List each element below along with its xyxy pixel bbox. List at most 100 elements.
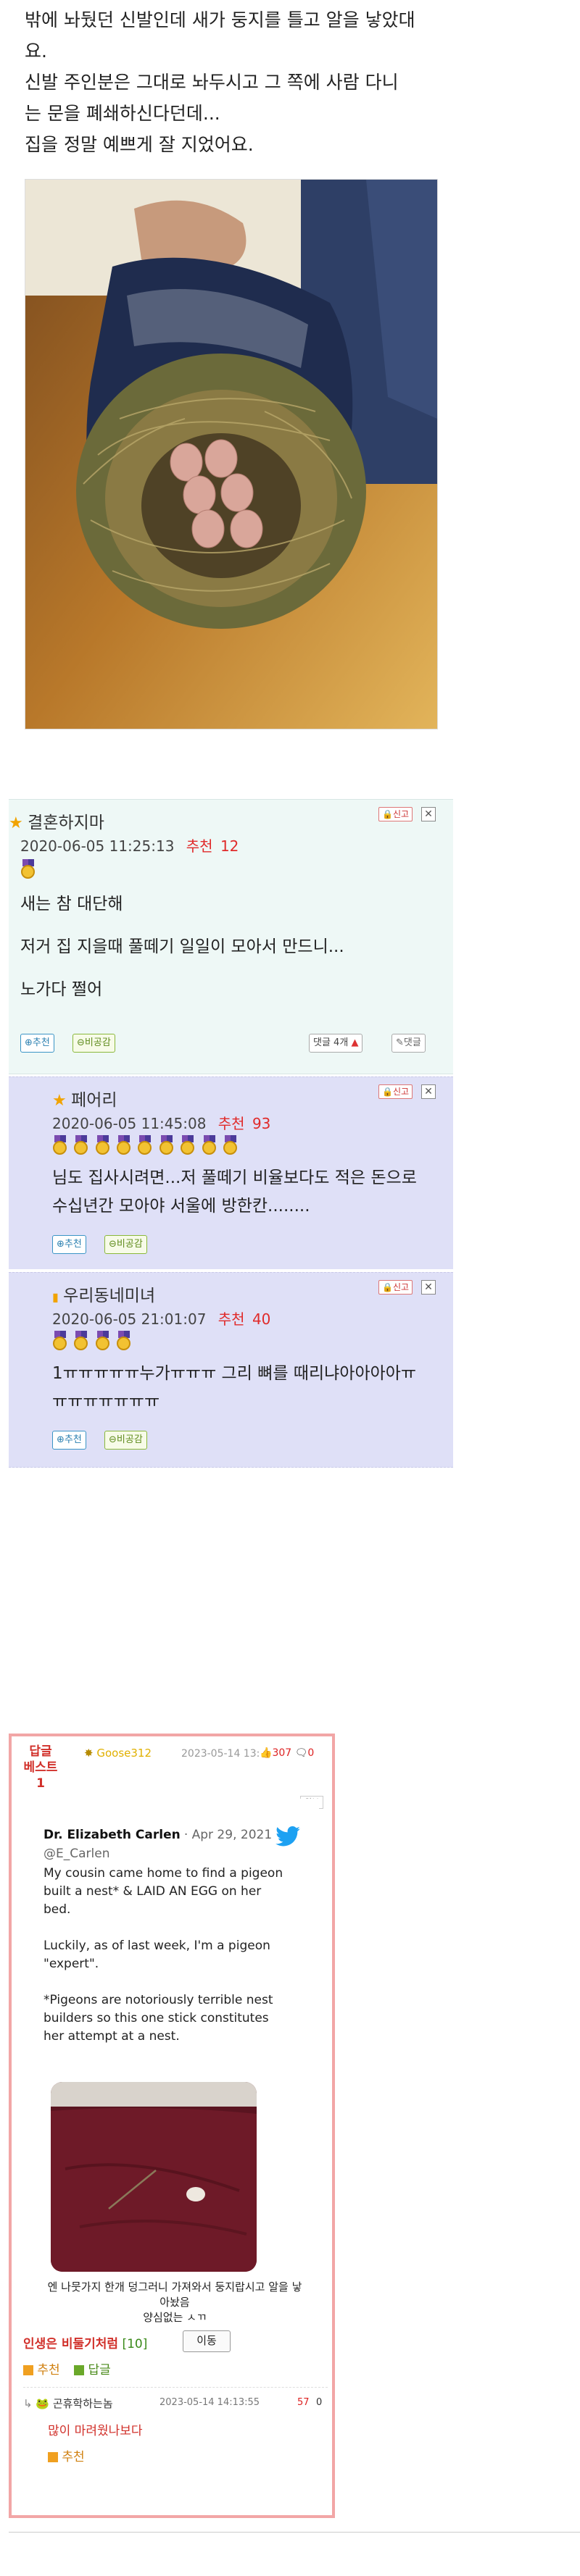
comment-rec-count: 93 xyxy=(252,1115,271,1132)
comment-item: ▮ 우리동네미녀 🔒신고 ✕ 2020-06-05 21:01:07 추천 40… xyxy=(9,1272,453,1468)
unrecommend-button[interactable]: ⊖비공감 xyxy=(72,1034,115,1053)
comment-body: 님도 집사시려면...저 풀떼기 비율보다도 적은 돈으로 수십년간 모아야 서… xyxy=(52,1164,451,1221)
user-level-icon: ✸ xyxy=(84,1747,94,1760)
comment-rec-count: 40 xyxy=(252,1310,271,1328)
comment-line: 1ㅠㅠㅠㅠㅠ누가ㅠㅠㅠ 그리 뼈를 때리냐아아아아ㅠ xyxy=(52,1364,417,1383)
close-icon[interactable]: ✕ xyxy=(421,1084,436,1099)
sub-zero: 0 xyxy=(316,2397,323,2408)
comment-nick[interactable]: 우리동네미녀 xyxy=(63,1287,155,1305)
sub-user[interactable]: 곤휴학하는놈 xyxy=(53,2397,113,2410)
comment-meta: 2020-06-05 11:25:13 추천 12 xyxy=(20,835,239,856)
tweet-line: Luckily, as of last week, I'm a pigeon xyxy=(44,1939,270,1953)
post-photo-nest xyxy=(25,179,438,729)
tweet-line: built a nest* & LAID AN EGG on her xyxy=(44,1884,262,1899)
comment-line: 노가다 쩔어 xyxy=(20,980,103,999)
twitter-bird-icon xyxy=(276,1826,300,1849)
best-rec[interactable]: 추천 xyxy=(37,2363,59,2378)
tweet-line: her attempt at a nest. xyxy=(44,2029,180,2044)
unrecommend-button[interactable]: ⊖비공감 xyxy=(104,1235,147,1254)
medal-icon xyxy=(95,1331,111,1351)
tweet-line: *Pigeons are notoriously terrible nest xyxy=(44,1993,273,2007)
caption-line: 양심없는 ㅅㄲ xyxy=(143,2311,207,2324)
reply-count-button[interactable]: 댓글 4개 ▲ xyxy=(309,1034,363,1053)
comment-rec-label: 추천 xyxy=(186,837,213,855)
medal-icon xyxy=(116,1331,132,1351)
sub-date: 2023-05-14 14:13:55 xyxy=(160,2397,260,2408)
thumb-icon: 👍 xyxy=(260,1747,273,1759)
post-title[interactable]: 인생은 비둘기처럼 xyxy=(23,2337,118,2351)
unrecommend-button[interactable]: ⊖비공감 xyxy=(104,1431,147,1450)
comment-line: 님도 집사시려면...저 풀떼기 비율보다도 적은 돈으로 xyxy=(52,1168,417,1187)
comment-header: ★ 결혼하지마 xyxy=(9,808,104,833)
medal-row xyxy=(20,859,37,883)
comment-meta: 2020-06-05 21:01:07 추천 40 xyxy=(52,1308,270,1329)
best-user[interactable]: ✸ Goose312 xyxy=(84,1747,152,1760)
comment-rec-label: 추천 xyxy=(218,1115,245,1132)
close-icon[interactable]: ✕ xyxy=(421,807,436,821)
post-line: 는 문을 폐쇄하신다던데... xyxy=(25,103,220,124)
best-reply-box: 답글 베스트1 ✸ Goose312 2023-05-14 13: 👍307 🗨… xyxy=(9,1734,335,2518)
medal-icon xyxy=(159,1135,175,1155)
post-body: 밖에 놔뒀던 신발인데 새가 둥지를 틀고 알을 낳았대 요. 신발 주인분은 … xyxy=(25,4,431,160)
post-line: 집을 정말 예쁘게 잘 지었어요. xyxy=(25,134,254,155)
comment-nick[interactable]: 결혼하지마 xyxy=(28,814,104,832)
medal-row xyxy=(52,1331,133,1355)
tweet-line: bed. xyxy=(44,1902,71,1917)
star-icon: ★ xyxy=(9,814,23,832)
post-line: 요. xyxy=(25,41,47,62)
recommend-button[interactable]: ⊕추천 xyxy=(52,1235,86,1254)
comment-date: 2020-06-05 11:25:13 xyxy=(20,837,175,855)
recommend-button[interactable]: ⊕추천 xyxy=(52,1431,86,1450)
medal-icon xyxy=(95,1135,111,1155)
medal-icon xyxy=(52,1135,68,1155)
best-reply[interactable]: 답글 xyxy=(88,2363,111,2378)
comment-date: 2020-06-05 21:01:07 xyxy=(52,1310,207,1328)
best-label-line: 베스트1 xyxy=(23,1760,58,1791)
divider xyxy=(23,2387,328,2388)
comment-item: ★ 결혼하지마 🔒신고 ✕ 2020-06-05 11:25:13 추천 12 … xyxy=(9,799,453,1074)
comment-bubble-icon: 🗨 xyxy=(294,1747,308,1759)
comment-line: 수십년간 모아야 서울에 방한칸........ xyxy=(52,1197,310,1216)
medal-icon xyxy=(73,1135,89,1155)
report-button[interactable]: 🔒신고 xyxy=(378,1084,413,1099)
tweet-handle: @E_Carlen xyxy=(44,1847,110,1861)
medal-row xyxy=(52,1135,239,1159)
reply-arrow-icon: ↳ xyxy=(23,2397,33,2410)
sub-actions: 추천 xyxy=(48,2446,85,2464)
sub-text: 많이 마려웠나보다 xyxy=(48,2424,143,2438)
comment-item: ★ 페어리 🔒신고 ✕ 2020-06-05 11:45:08 추천 93 님도… xyxy=(9,1076,453,1269)
move-button[interactable]: 이동 xyxy=(183,2330,231,2352)
tweet-line: builders so this one stick constitutes xyxy=(44,2011,269,2025)
recommend-button[interactable]: ⊕추천 xyxy=(20,1034,54,1053)
tweet-text: My cousin came home to find a pigeon bui… xyxy=(44,1865,312,2046)
close-icon[interactable]: ✕ xyxy=(421,1280,436,1295)
post-title-count: [10] xyxy=(122,2337,148,2351)
tweet-header: Dr. Elizabeth Carlen · Apr 29, 2021 xyxy=(44,1828,272,1842)
tweet-line: "expert". xyxy=(44,1957,99,1971)
medal-icon xyxy=(202,1135,218,1155)
post-title-row: 인생은 비둘기처럼 [10] xyxy=(23,2333,147,2351)
report-button[interactable]: 🔒신고 xyxy=(378,1280,413,1295)
comment-nick[interactable]: 페어리 xyxy=(71,1091,117,1110)
medal-icon xyxy=(180,1135,196,1155)
best-label-line: 답글 xyxy=(29,1744,52,1759)
comment-line: 저거 집 지을때 풀떼기 일일이 모아서 만드니... xyxy=(20,937,344,956)
comment-rec-count: 12 xyxy=(220,837,239,855)
medal-icon xyxy=(52,1331,68,1351)
reply-button[interactable]: ✎댓글 xyxy=(392,1034,426,1053)
reply-icon xyxy=(74,2365,85,2375)
post-line: 밖에 놔뒀던 신발인데 새가 둥지를 틀고 알을 낳았대 xyxy=(25,9,415,30)
medal-icon xyxy=(73,1331,89,1351)
recommend-icon xyxy=(23,2365,33,2375)
comment-body: 새는 참 대단해 저거 집 지을때 풀떼기 일일이 모아서 만드니... 노가다… xyxy=(20,890,344,1004)
best-date: 2023-05-14 13: xyxy=(181,1748,260,1760)
best-label: 답글 베스트1 xyxy=(23,1744,58,1791)
report-button[interactable]: 🔒신고 xyxy=(378,807,413,821)
medal-icon xyxy=(137,1135,153,1155)
sub-rec[interactable]: 추천 xyxy=(62,2450,84,2464)
medal-icon xyxy=(20,859,36,879)
comment-line: 새는 참 대단해 xyxy=(20,895,123,913)
medal-icon xyxy=(223,1135,239,1155)
comment-line: ㅠㅠㅠㅠㅠㅠㅠ xyxy=(52,1392,160,1411)
star-icon: ★ xyxy=(52,1092,67,1110)
